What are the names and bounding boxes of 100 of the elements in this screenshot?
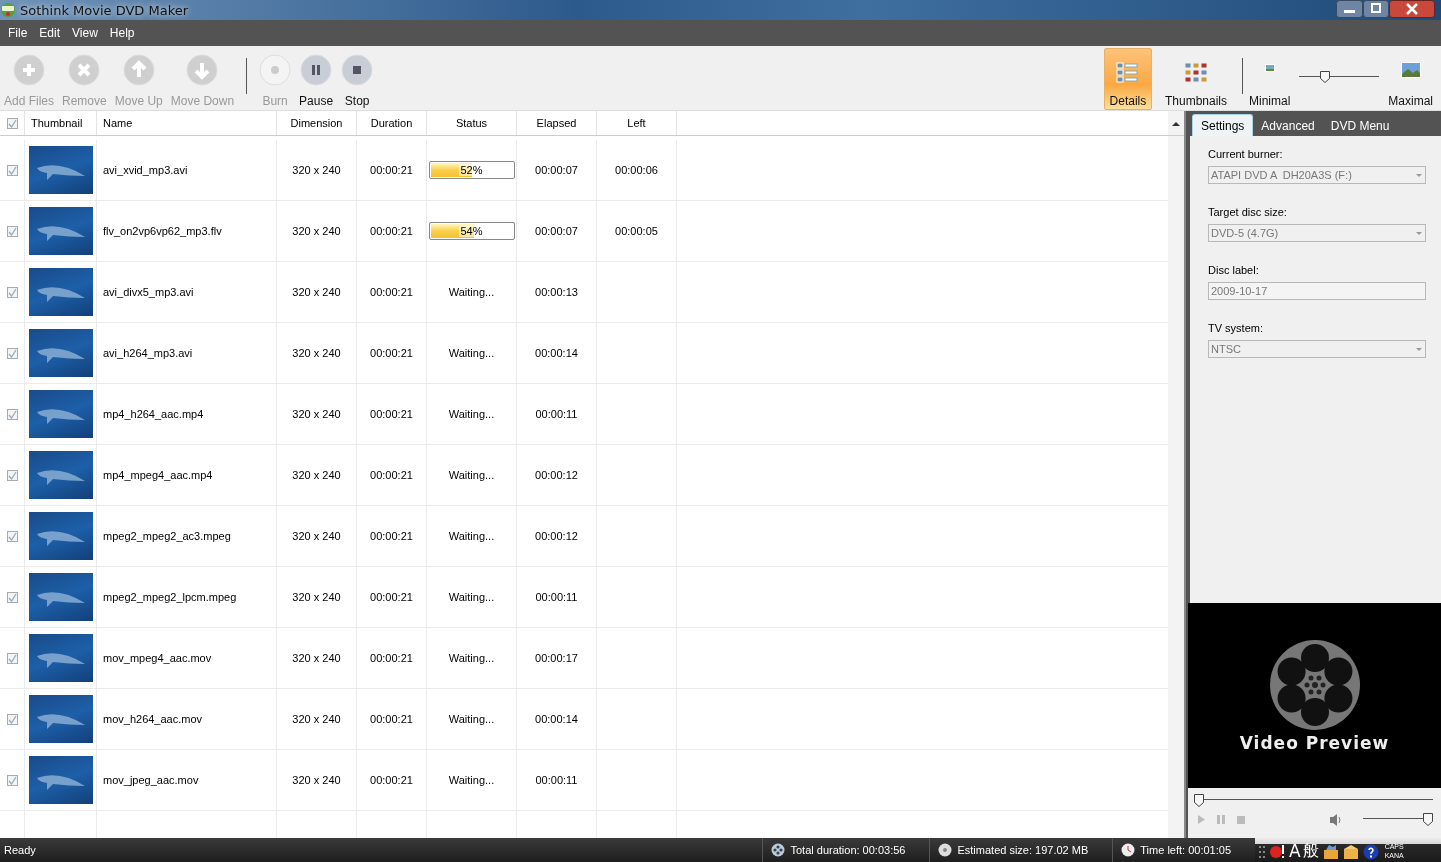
row-checkbox[interactable]	[6, 652, 18, 664]
preview-caption: Video Preview	[1239, 732, 1390, 753]
column-header: Elapsed	[536, 117, 577, 129]
row-checkbox[interactable]	[6, 286, 18, 298]
column-header: Status	[455, 117, 488, 129]
help-icon[interactable]	[1362, 844, 1379, 860]
duration-value: 00:00:21	[370, 164, 413, 176]
status-text: Waiting...	[448, 408, 495, 420]
status-text: Waiting...	[448, 591, 495, 603]
row-checkbox[interactable]	[6, 164, 18, 176]
dropdown-field[interactable]: NTSC	[1208, 340, 1426, 358]
box-icon[interactable]	[1342, 844, 1359, 860]
elapsed-time: 00:00:11	[535, 591, 578, 603]
row-checkbox[interactable]	[6, 713, 18, 725]
dimension-value: 320 x 240	[292, 286, 341, 298]
duration-value: 00:00:21	[370, 530, 413, 542]
view-mode-button[interactable]: Details	[1103, 48, 1152, 110]
disc-icon	[938, 843, 953, 857]
status-info: Estimated size: 197.02 MB	[957, 844, 1089, 856]
dimension-value: 320 x 240	[292, 774, 341, 786]
dropdown-field[interactable]: ATAPI DVD A DH20A3S (F:)	[1208, 166, 1426, 184]
file-name: flv_on2vp6vp62_mp3.flv	[103, 225, 222, 237]
file-name: avi_h264_mp3.avi	[103, 347, 193, 359]
row-checkbox[interactable]	[6, 591, 18, 603]
row-checkbox[interactable]	[6, 347, 18, 359]
elapsed-time: 00:00:14	[535, 713, 578, 725]
slider-thumb[interactable]	[1320, 71, 1331, 83]
dimension-value: 320 x 240	[292, 408, 341, 420]
menu-item[interactable]: Help	[103, 26, 141, 40]
menu-item[interactable]: Edit	[33, 26, 67, 40]
row-checkbox[interactable]	[6, 774, 18, 786]
status-text: Ready	[3, 844, 37, 856]
video-thumbnail	[28, 756, 93, 804]
menu-item[interactable]: File	[2, 26, 34, 40]
grip-icon	[1259, 844, 1265, 860]
elapsed-time: 00:00:17	[535, 652, 578, 664]
row-checkbox[interactable]	[6, 225, 18, 237]
panel-tab[interactable]: Settings	[1192, 114, 1254, 136]
slider-thumb[interactable]	[1194, 794, 1204, 807]
film-reel-icon	[771, 843, 786, 857]
speaker-icon[interactable]	[1330, 813, 1341, 826]
toolbar-button[interactable]: Pause	[299, 46, 334, 110]
row-checkbox[interactable]	[6, 530, 18, 542]
duration-value: 00:00:21	[370, 225, 413, 237]
view-mode-button[interactable]: Thumbnails	[1159, 48, 1232, 110]
dimension-value: 320 x 240	[292, 469, 341, 481]
file-name: mpeg2_mpeg2_lpcm.mpeg	[103, 591, 237, 603]
restore-icon[interactable]	[1363, 0, 1389, 18]
dropdown-arrow-icon	[1416, 231, 1422, 235]
row-checkbox[interactable]	[6, 469, 18, 481]
panel-tab[interactable]: Advanced	[1253, 115, 1323, 136]
file-name: mov_h264_aac.mov	[103, 713, 203, 725]
dimension-value: 320 x 240	[292, 652, 341, 664]
column-header: Duration	[370, 117, 413, 129]
scroll-up-icon[interactable]	[1168, 111, 1184, 135]
video-thumbnail	[28, 634, 93, 682]
select-all-checkbox[interactable]	[6, 117, 18, 129]
input-mode-indicator: A	[1289, 842, 1301, 860]
dimension-value: 320 x 240	[292, 530, 341, 542]
video-thumbnail	[28, 573, 93, 621]
small-picture-icon	[1264, 64, 1275, 72]
duration-value: 00:00:21	[370, 347, 413, 359]
file-name: mov_jpeg_aac.mov	[103, 774, 199, 786]
duration-value: 00:00:21	[370, 774, 413, 786]
minimize-icon[interactable]	[1336, 0, 1363, 18]
toolbox-icon[interactable]	[1322, 844, 1339, 860]
dimension-value: 320 x 240	[292, 225, 341, 237]
down-icon	[186, 54, 219, 86]
dropdown-arrow-icon	[1416, 347, 1422, 351]
duration-value: 00:00:21	[370, 591, 413, 603]
dropdown-field[interactable]: DVD-5 (4.7G)	[1208, 224, 1426, 242]
field-label: Current burner:	[1208, 148, 1284, 160]
row-checkbox[interactable]	[6, 408, 18, 420]
video-thumbnail	[28, 146, 93, 194]
file-name: mp4_h264_aac.mp4	[103, 408, 204, 420]
dimension-value: 320 x 240	[292, 347, 341, 359]
time-left: 00:00:06	[615, 164, 658, 176]
duration-value: 00:00:21	[370, 713, 413, 725]
duration-value: 00:00:21	[370, 408, 413, 420]
column-header: Dimension	[290, 117, 343, 129]
file-name: mpeg2_mpeg2_ac3.mpeg	[103, 530, 231, 542]
progress-bar: 52%	[428, 161, 515, 179]
status-text: Waiting...	[448, 286, 495, 298]
window-title: Sothink Movie DVD Maker	[20, 2, 189, 18]
field-label: Target disc size:	[1208, 206, 1288, 218]
panel-tab[interactable]: DVD Menu	[1322, 115, 1398, 136]
status-text: Waiting...	[448, 530, 495, 542]
toolbar-button[interactable]: Stop	[341, 46, 374, 110]
up-icon	[122, 54, 155, 86]
elapsed-time: 00:00:13	[535, 286, 578, 298]
close-icon[interactable]	[1389, 0, 1435, 18]
status-text: Waiting...	[448, 469, 495, 481]
field-label: Disc label:	[1208, 264, 1260, 276]
input-field[interactable]: 2009-10-17	[1208, 282, 1426, 300]
menu-item[interactable]: View	[66, 26, 104, 40]
app-logo-icon	[0, 2, 16, 18]
dropdown-arrow-icon	[1416, 173, 1422, 177]
slider-thumb[interactable]	[1423, 813, 1433, 826]
status-info: Time left: 00:01:05	[1140, 844, 1231, 856]
clock-icon	[1121, 843, 1136, 857]
